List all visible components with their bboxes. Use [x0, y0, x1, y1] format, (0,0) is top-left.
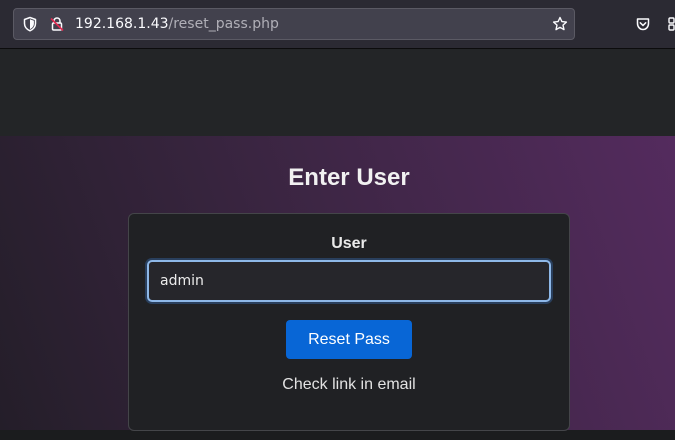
bookmark-star-icon[interactable] [552, 16, 568, 32]
reset-form-card: User Reset Pass Check link in email [128, 213, 570, 431]
page-footer-band [0, 430, 675, 440]
address-bar[interactable]: 192.168.1.43/reset_pass.php [13, 8, 575, 40]
user-field-label: User [331, 235, 367, 252]
url-host: 192.168.1.43 [75, 16, 169, 32]
page-title: Enter User [288, 164, 410, 191]
page-header-band [0, 49, 675, 136]
shield-icon[interactable] [22, 16, 38, 32]
reset-pass-button[interactable]: Reset Pass [286, 320, 412, 359]
insecure-lock-icon[interactable] [49, 16, 65, 32]
status-message: Check link in email [282, 376, 416, 393]
url-path: /reset_pass.php [168, 16, 279, 32]
browser-toolbar: 192.168.1.43/reset_pass.php [0, 0, 675, 49]
user-input[interactable] [147, 260, 551, 302]
url-text[interactable]: 192.168.1.43/reset_pass.php [75, 9, 279, 39]
pocket-icon[interactable] [635, 16, 651, 32]
extensions-icon[interactable] [667, 16, 675, 32]
